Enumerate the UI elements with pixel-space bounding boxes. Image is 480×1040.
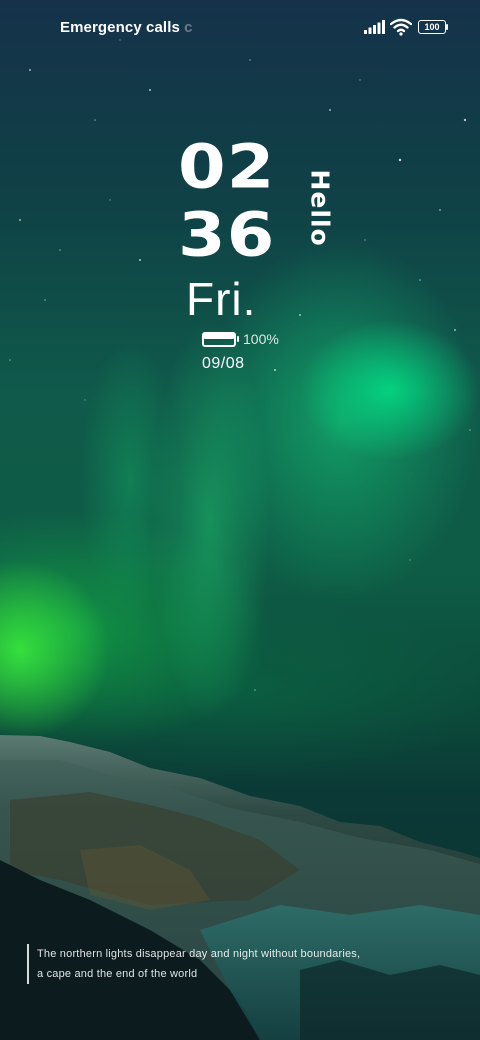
clock-hours: 02 (178, 130, 276, 203)
status-bar: Emergency calls c 100 (0, 0, 480, 56)
clock-minutes: 36 (178, 198, 276, 271)
carrier-status: Emergency calls c (60, 19, 193, 36)
lockscreen-clock: 02 36 (178, 132, 288, 269)
weekday-label: Fri. (186, 273, 257, 325)
signal-icon (364, 20, 385, 34)
greeting-text: Hello (305, 169, 335, 247)
wifi-icon (390, 18, 412, 36)
wallpaper-caption: The northern lights disappear day and ni… (27, 944, 360, 984)
date-label: 09/08 (202, 355, 245, 372)
battery-icon: 100 (418, 20, 448, 34)
battery-fill (204, 332, 234, 339)
battery-level-text: 100 (424, 22, 440, 32)
caption-line: The northern lights disappear day and ni… (37, 948, 361, 960)
battery-percent: 100% (243, 331, 279, 347)
caption-line: a cape and the end of the world (37, 968, 198, 980)
